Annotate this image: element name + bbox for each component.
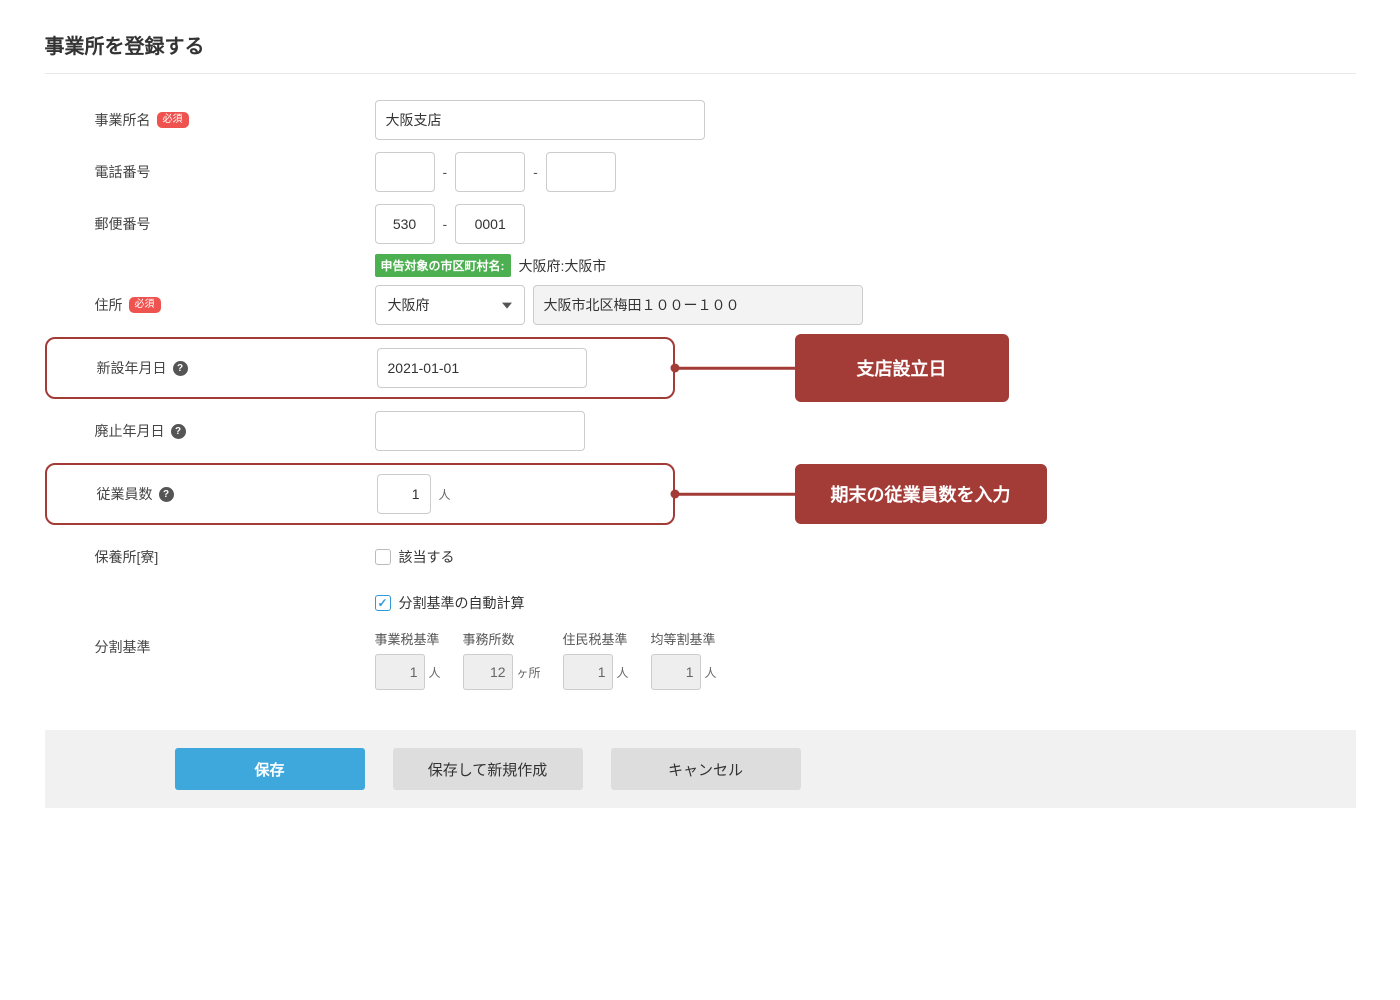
unit: 人 bbox=[429, 664, 441, 681]
save-new-button[interactable]: 保存して新規作成 bbox=[393, 748, 583, 790]
phone-3-input[interactable] bbox=[546, 152, 616, 192]
label-phone: 電話番号 bbox=[95, 162, 151, 182]
phone-2-input[interactable] bbox=[455, 152, 525, 192]
required-badge: 必須 bbox=[129, 297, 161, 313]
label-address: 住所 bbox=[95, 295, 123, 315]
row-est-date-wrap: 新設年月日 ? 支店設立日 bbox=[45, 337, 1356, 399]
label-employees: 従業員数 bbox=[97, 484, 153, 504]
row-phone: 電話番号 - - bbox=[45, 146, 1356, 198]
footer: 保存 保存して新規作成 キャンセル bbox=[45, 730, 1356, 808]
unit-person: 人 bbox=[439, 486, 451, 503]
postal-2-input[interactable] bbox=[455, 204, 525, 244]
dorm-text: 該当する bbox=[399, 547, 455, 567]
row-address: 住所 必須 大阪府 bbox=[45, 279, 1356, 331]
unit: 人 bbox=[705, 664, 717, 681]
help-icon[interactable]: ? bbox=[173, 361, 188, 376]
res-input bbox=[563, 654, 613, 690]
dash: - bbox=[533, 164, 538, 180]
hdr-res: 住民税基準 bbox=[563, 629, 629, 648]
ofc-input bbox=[463, 654, 513, 690]
callout-emp: 期末の従業員数を入力 bbox=[795, 464, 1047, 524]
address-input[interactable] bbox=[533, 285, 863, 325]
est-date-input[interactable] bbox=[377, 348, 587, 388]
label-office-name: 事業所名 bbox=[95, 110, 151, 130]
cancel-button[interactable]: キャンセル bbox=[611, 748, 801, 790]
eq-input bbox=[651, 654, 701, 690]
required-badge: 必須 bbox=[157, 112, 189, 128]
label-split: 分割基準 bbox=[95, 637, 151, 657]
abo-date-input[interactable] bbox=[375, 411, 585, 451]
row-postal: 郵便番号 - bbox=[45, 198, 1356, 250]
hdr-biz: 事業税基準 bbox=[375, 629, 441, 648]
autocalc-label: 分割基準の自動計算 bbox=[399, 593, 525, 613]
row-employees-wrap: 従業員数 ? 人 期末の従業員数を入力 bbox=[45, 463, 1356, 525]
save-button[interactable]: 保存 bbox=[175, 748, 365, 790]
row-abo-date: 廃止年月日 ? bbox=[45, 405, 1356, 457]
dash: - bbox=[443, 164, 448, 180]
page-title: 事業所を登録する bbox=[45, 20, 1356, 74]
phone-1-input[interactable] bbox=[375, 152, 435, 192]
callout-est: 支店設立日 bbox=[795, 334, 1009, 402]
row-split: 分割基準 分割基準の自動計算 事業税基準 人 事務所数 bbox=[45, 583, 1356, 700]
unit: 人 bbox=[617, 664, 629, 681]
autocalc-checkbox[interactable] bbox=[375, 595, 391, 611]
employees-input[interactable] bbox=[377, 474, 431, 514]
row-muni: 申告対象の市区町村名: 大阪府:大阪市 bbox=[45, 250, 1356, 279]
postal-1-input[interactable] bbox=[375, 204, 435, 244]
biz-input bbox=[375, 654, 425, 690]
hdr-eq: 均等割基準 bbox=[651, 629, 717, 648]
label-dorm: 保養所[寮] bbox=[95, 547, 159, 567]
row-dorm: 保養所[寮] 該当する bbox=[45, 531, 1356, 583]
label-est-date: 新設年月日 bbox=[97, 358, 167, 378]
help-icon[interactable]: ? bbox=[159, 487, 174, 502]
pref-select[interactable]: 大阪府 bbox=[375, 285, 525, 325]
unit: ヶ所 bbox=[517, 664, 541, 681]
office-name-input[interactable] bbox=[375, 100, 705, 140]
muni-value: 大阪府:大阪市 bbox=[519, 256, 607, 276]
label-abo-date: 廃止年月日 bbox=[95, 421, 165, 441]
pref-value: 大阪府 bbox=[388, 295, 430, 315]
label-postal: 郵便番号 bbox=[95, 214, 151, 234]
row-office-name: 事業所名 必須 bbox=[45, 94, 1356, 146]
help-icon[interactable]: ? bbox=[171, 424, 186, 439]
hdr-ofc: 事務所数 bbox=[463, 629, 541, 648]
dorm-checkbox[interactable] bbox=[375, 549, 391, 565]
dash: - bbox=[443, 216, 448, 232]
muni-tag: 申告対象の市区町村名: bbox=[375, 254, 511, 277]
